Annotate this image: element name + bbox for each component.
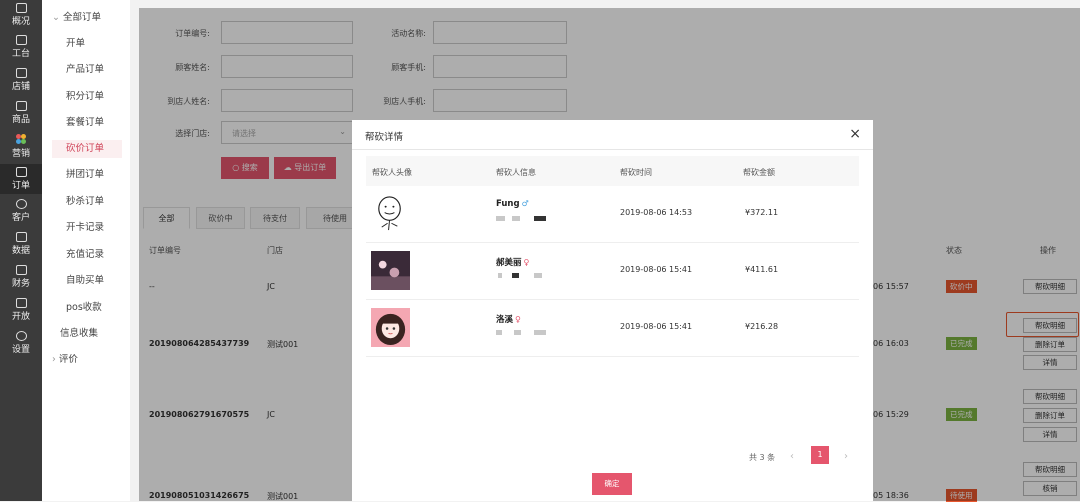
redacted-text bbox=[534, 216, 546, 221]
help-amount: ¥372.11 bbox=[745, 208, 779, 217]
sidebar-item-flash-orders[interactable]: 秒杀订单 bbox=[52, 193, 122, 211]
rail-data[interactable]: 数据 bbox=[0, 232, 42, 256]
helper-name: 洛溪 ♀ bbox=[496, 315, 521, 325]
sidebar-item-points-orders[interactable]: 积分订单 bbox=[52, 88, 122, 106]
pagination-total: 共 3 条 bbox=[749, 453, 776, 462]
chevron-right-icon: › bbox=[52, 354, 59, 365]
rail-settings[interactable]: 设置 bbox=[0, 331, 42, 355]
monitor-icon bbox=[15, 3, 27, 13]
col-help-amount: 帮砍金额 bbox=[743, 168, 775, 177]
sidebar-item-group-orders[interactable]: 拼团订单 bbox=[52, 166, 122, 184]
help-amount: ¥411.61 bbox=[745, 265, 779, 274]
sidebar-item-package-orders[interactable]: 套餐订单 bbox=[52, 114, 122, 132]
redacted-text bbox=[498, 273, 502, 278]
chart-icon bbox=[15, 232, 27, 242]
rail-workbench[interactable]: 工台 bbox=[0, 35, 42, 59]
user-icon bbox=[15, 199, 27, 209]
sidebar-item-recharge-records[interactable]: 充值记录 bbox=[52, 246, 122, 264]
redacted-text bbox=[534, 273, 542, 278]
sidebar-item-open-order[interactable]: 开单 bbox=[52, 35, 122, 53]
chevron-down-icon: ⌄ bbox=[52, 12, 63, 23]
sidebar-item-product-orders[interactable]: 产品订单 bbox=[52, 61, 122, 79]
avatar bbox=[371, 251, 410, 290]
list-item: Fung ♂ 2019-08-06 14:53 ¥372.11 bbox=[366, 186, 859, 243]
rail-customers[interactable]: 客户 bbox=[0, 199, 42, 223]
col-avatar: 帮砍人头像 bbox=[372, 168, 412, 177]
redacted-text bbox=[496, 216, 505, 221]
rail-finance[interactable]: 财务 bbox=[0, 265, 42, 289]
desktop-icon bbox=[15, 35, 27, 45]
helper-name: 郝美丽 ♀ bbox=[496, 258, 530, 268]
redacted-text bbox=[512, 273, 519, 278]
female-icon: ♀ bbox=[515, 315, 521, 324]
sidebar-item-bargain-orders[interactable]: 砍价订单 bbox=[52, 140, 122, 158]
next-page-icon[interactable]: › bbox=[844, 451, 848, 462]
order-sidebar: ⌄ 全部订单 开单 产品订单 积分订单 套餐订单 砍价订单 拼团订单 秒杀订单 … bbox=[42, 0, 130, 501]
bag-icon bbox=[15, 101, 27, 111]
redacted-text bbox=[534, 330, 546, 335]
rail-goods[interactable]: 商品 bbox=[0, 101, 42, 125]
close-icon[interactable]: × bbox=[849, 126, 861, 142]
help-time: 2019-08-06 15:41 bbox=[620, 322, 693, 331]
redacted-text bbox=[514, 330, 521, 335]
avatar bbox=[371, 308, 410, 347]
list-item: 郝美丽 ♀ 2019-08-06 15:41 ¥411.61 bbox=[366, 243, 859, 300]
store-icon bbox=[15, 68, 27, 78]
rail-orders[interactable]: 订单 bbox=[0, 164, 42, 194]
rail-open[interactable]: 开放 bbox=[0, 298, 42, 322]
female-icon: ♀ bbox=[523, 258, 530, 267]
avatar bbox=[378, 196, 401, 231]
help-amount: ¥216.28 bbox=[745, 322, 779, 331]
modal-title: 帮砍详情 bbox=[365, 132, 404, 143]
order-icon bbox=[15, 167, 27, 177]
open-icon bbox=[15, 298, 27, 308]
bargain-detail-modal: 帮砍详情 × 帮砍人头像 帮砍人信息 帮砍时间 帮砍金额 Fung ♂ 2019-… bbox=[352, 120, 873, 501]
rail-overview[interactable]: 概况 bbox=[0, 3, 42, 27]
icon-rail: 概况 工台 店铺 商品 营销 订单 客户 数据 财务 开放 设置 bbox=[0, 0, 42, 501]
sidebar-item-self-pay[interactable]: 自助买单 bbox=[52, 272, 122, 290]
gear-icon bbox=[15, 331, 27, 341]
sidebar-group-all-orders[interactable]: ⌄ 全部订单 bbox=[52, 9, 122, 27]
modal-table-header: 帮砍人头像 帮砍人信息 帮砍时间 帮砍金额 bbox=[366, 156, 859, 186]
page-1-button[interactable]: 1 bbox=[811, 446, 829, 464]
redacted-text bbox=[512, 216, 520, 221]
finance-icon bbox=[15, 265, 27, 275]
confirm-button[interactable]: 确定 bbox=[592, 473, 632, 495]
col-help-time: 帮砍时间 bbox=[620, 168, 652, 177]
sidebar-item-card-records[interactable]: 开卡记录 bbox=[52, 219, 122, 237]
male-icon: ♂ bbox=[521, 199, 529, 208]
divider bbox=[352, 149, 873, 150]
redacted-text bbox=[496, 330, 502, 335]
helper-name: Fung ♂ bbox=[496, 199, 529, 209]
help-time: 2019-08-06 15:41 bbox=[620, 265, 693, 274]
sidebar-item-info-collect[interactable]: 信息收集 bbox=[52, 325, 122, 343]
rail-store[interactable]: 店铺 bbox=[0, 68, 42, 92]
prev-page-icon[interactable]: ‹ bbox=[790, 451, 794, 462]
flower-icon bbox=[15, 134, 27, 145]
sidebar-item-review[interactable]: › 评价 bbox=[52, 351, 122, 369]
help-time: 2019-08-06 14:53 bbox=[620, 208, 693, 217]
sidebar-item-pos[interactable]: pos收款 bbox=[52, 299, 122, 317]
col-helper-info: 帮砍人信息 bbox=[496, 168, 536, 177]
rail-marketing[interactable]: 营销 bbox=[0, 134, 42, 159]
list-item: 洛溪 ♀ 2019-08-06 15:41 ¥216.28 bbox=[366, 300, 859, 357]
